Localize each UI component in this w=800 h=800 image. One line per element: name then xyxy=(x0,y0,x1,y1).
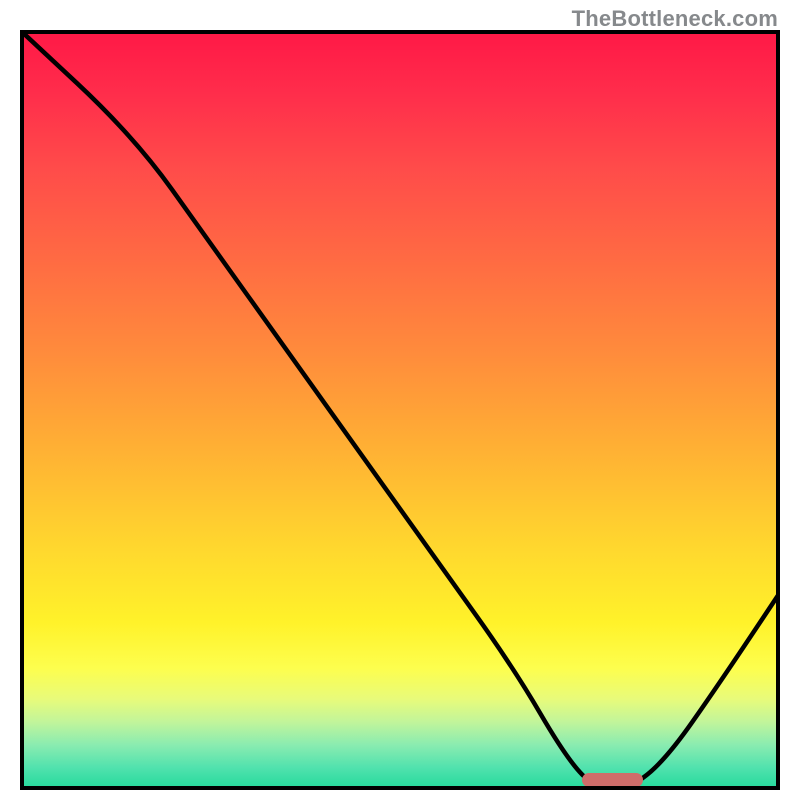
chart-background-gradient xyxy=(20,30,780,790)
watermark-text: TheBottleneck.com xyxy=(572,6,778,32)
chart-frame xyxy=(20,30,780,790)
optimal-range-marker xyxy=(582,773,643,787)
